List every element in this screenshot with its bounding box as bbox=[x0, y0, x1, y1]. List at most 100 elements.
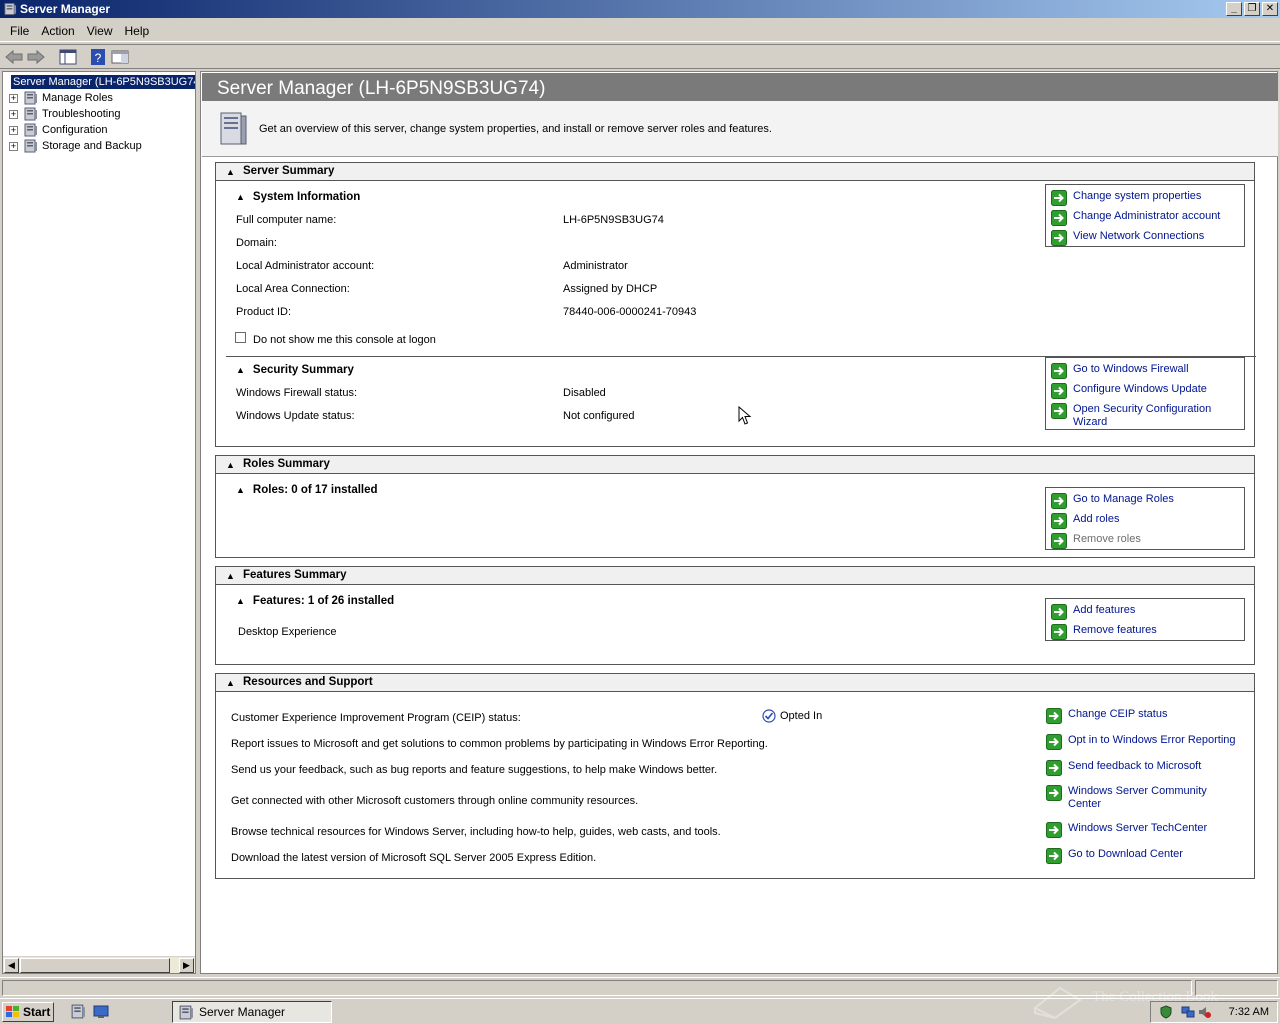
collapse-icon[interactable]: ▲ bbox=[226, 678, 235, 688]
start-label: Start bbox=[23, 1005, 51, 1019]
minimize-button[interactable]: _ bbox=[1226, 2, 1242, 16]
menu-action[interactable]: Action bbox=[35, 20, 80, 41]
action-pane-icon[interactable] bbox=[110, 48, 130, 66]
menu-file[interactable]: File bbox=[4, 20, 35, 41]
task-opt-in-error-reporting[interactable]: Opt in to Windows Error Reporting bbox=[1046, 734, 1248, 750]
menu-help[interactable]: Help bbox=[119, 20, 156, 41]
collapse-icon[interactable]: ▲ bbox=[226, 571, 235, 581]
header-band: Server Manager (LH-6P5N9SB3UG74) bbox=[202, 73, 1278, 101]
task-community-center[interactable]: Windows Server Community Center bbox=[1046, 785, 1208, 811]
task-link[interactable]: Add roles bbox=[1073, 513, 1238, 526]
tree-item-manage-roles[interactable]: + Manage Roles bbox=[9, 90, 113, 106]
ceip-status: Opted In bbox=[762, 709, 822, 723]
dont-show-console-checkbox[interactable] bbox=[235, 332, 246, 343]
error-reporting-text: Report issues to Microsoft and get solut… bbox=[231, 738, 768, 750]
dont-show-console-label[interactable]: Do not show me this console at logon bbox=[253, 334, 436, 346]
task-link[interactable]: Go to Download Center bbox=[1068, 848, 1248, 861]
taskbar-server-manager-button[interactable]: Server Manager bbox=[172, 1001, 332, 1023]
task-link[interactable]: Send feedback to Microsoft bbox=[1068, 760, 1248, 773]
page-title: Server Manager (LH-6P5N9SB3UG74) bbox=[217, 78, 546, 99]
tree-root-label: Server Manager (LH-6P5N9SB3UG74) bbox=[11, 74, 195, 89]
section-title: Roles Summary bbox=[243, 458, 330, 470]
forward-arrow-icon[interactable] bbox=[26, 48, 46, 66]
scroll-left-arrow-icon[interactable]: ◀ bbox=[4, 958, 19, 973]
update-status-value: Not configured bbox=[563, 410, 635, 422]
features-summary-header[interactable]: ▲ Features Summary bbox=[216, 567, 1254, 585]
section-title: Features Summary bbox=[243, 569, 347, 581]
task-link[interactable]: Windows Server Community Center bbox=[1068, 785, 1208, 811]
tree-root-server-manager[interactable]: Server Manager (LH-6P5N9SB3UG74) bbox=[5, 74, 195, 89]
back-arrow-icon[interactable] bbox=[4, 48, 24, 66]
task-download-center[interactable]: Go to Download Center bbox=[1046, 848, 1248, 864]
task-add-features[interactable]: Add features bbox=[1051, 604, 1238, 620]
watermark-text: The Collection Book bbox=[1092, 989, 1218, 1005]
task-link[interactable]: Change CEIP status bbox=[1068, 708, 1248, 721]
horizontal-scrollbar[interactable]: ◀ ▶ bbox=[3, 956, 195, 973]
lan-connection-value: Assigned by DHCP bbox=[563, 283, 658, 295]
task-link[interactable]: Go to Manage Roles bbox=[1073, 493, 1238, 506]
show-hide-tree-icon[interactable] bbox=[58, 48, 78, 66]
expand-icon[interactable]: + bbox=[9, 109, 18, 119]
features-installed-header[interactable]: ▲ Features: 1 of 26 installed bbox=[236, 595, 394, 607]
task-link[interactable]: Windows Server TechCenter bbox=[1068, 822, 1248, 835]
roles-installed-header[interactable]: ▲ Roles: 0 of 17 installed bbox=[236, 484, 378, 496]
expand-icon[interactable]: + bbox=[9, 125, 18, 135]
task-link[interactable]: Remove features bbox=[1073, 624, 1238, 637]
task-link[interactable]: Configure Windows Update bbox=[1073, 383, 1238, 396]
task-security-config-wizard[interactable]: Open Security Configuration Wizard bbox=[1051, 403, 1238, 429]
task-remove-features[interactable]: Remove features bbox=[1051, 624, 1238, 640]
roles-icon bbox=[23, 91, 38, 105]
task-link[interactable]: Add features bbox=[1073, 604, 1238, 617]
start-button[interactable]: Start bbox=[2, 1002, 54, 1022]
server-summary-header[interactable]: ▲ Server Summary bbox=[216, 163, 1254, 181]
tree-item-storage-and-backup[interactable]: + Storage and Backup bbox=[9, 138, 142, 154]
roles-summary-header[interactable]: ▲ Roles Summary bbox=[216, 456, 1254, 474]
server-manager-icon bbox=[3, 2, 17, 16]
scroll-right-arrow-icon[interactable]: ▶ bbox=[179, 958, 194, 973]
task-go-to-firewall[interactable]: Go to Windows Firewall bbox=[1051, 363, 1238, 379]
tree-item-troubleshooting[interactable]: + Troubleshooting bbox=[9, 106, 120, 122]
collapse-icon[interactable]: ▲ bbox=[226, 167, 235, 177]
go-arrow-icon bbox=[1051, 383, 1067, 399]
task-add-roles[interactable]: Add roles bbox=[1051, 513, 1238, 529]
security-summary-header[interactable]: ▲ Security Summary bbox=[236, 364, 354, 376]
task-link[interactable]: View Network Connections bbox=[1073, 230, 1238, 243]
task-link[interactable]: Open Security Configuration Wizard bbox=[1073, 403, 1238, 429]
help-icon[interactable]: ? bbox=[88, 48, 108, 66]
lan-connection-label: Local Area Connection: bbox=[236, 283, 350, 295]
collapse-icon[interactable]: ▲ bbox=[236, 192, 245, 202]
tree-item-configuration[interactable]: + Configuration bbox=[9, 122, 107, 138]
expand-icon[interactable]: + bbox=[9, 93, 18, 103]
scroll-thumb[interactable] bbox=[20, 958, 170, 973]
restore-button[interactable]: ❐ bbox=[1244, 2, 1260, 16]
task-link[interactable]: Go to Windows Firewall bbox=[1073, 363, 1238, 376]
server-manager-quicklaunch-icon[interactable] bbox=[70, 1004, 86, 1019]
task-go-to-manage-roles[interactable]: Go to Manage Roles bbox=[1051, 493, 1238, 509]
task-change-ceip-status[interactable]: Change CEIP status bbox=[1046, 708, 1248, 724]
resources-support-header[interactable]: ▲ Resources and Support bbox=[216, 674, 1254, 692]
roles-tasks-box: Go to Manage Roles Add roles Remove role… bbox=[1045, 487, 1245, 550]
expand-icon[interactable]: + bbox=[9, 141, 18, 151]
menu-view[interactable]: View bbox=[81, 20, 119, 41]
task-send-feedback[interactable]: Send feedback to Microsoft bbox=[1046, 760, 1248, 776]
task-link[interactable]: Opt in to Windows Error Reporting bbox=[1068, 734, 1248, 747]
collapse-icon[interactable]: ▲ bbox=[236, 365, 245, 375]
collapse-icon[interactable]: ▲ bbox=[236, 485, 245, 495]
task-techcenter[interactable]: Windows Server TechCenter bbox=[1046, 822, 1248, 838]
task-link[interactable]: Change system properties bbox=[1073, 190, 1238, 203]
task-configure-windows-update[interactable]: Configure Windows Update bbox=[1051, 383, 1238, 399]
go-arrow-icon bbox=[1046, 785, 1062, 801]
close-button[interactable]: ✕ bbox=[1262, 2, 1278, 16]
collapse-icon[interactable]: ▲ bbox=[226, 460, 235, 470]
go-arrow-icon bbox=[1046, 822, 1062, 838]
collapse-icon[interactable]: ▲ bbox=[236, 596, 245, 606]
task-view-network-connections[interactable]: View Network Connections bbox=[1051, 230, 1238, 246]
tree-item-label: Manage Roles bbox=[42, 92, 113, 104]
show-desktop-icon[interactable] bbox=[93, 1004, 109, 1019]
system-information-header[interactable]: ▲ System Information bbox=[236, 191, 360, 203]
update-status-label: Windows Update status: bbox=[236, 410, 355, 422]
task-change-admin-account[interactable]: Change Administrator account bbox=[1051, 210, 1238, 226]
task-change-system-properties[interactable]: Change system properties bbox=[1051, 190, 1238, 206]
window-title: Server Manager bbox=[20, 2, 111, 16]
task-link[interactable]: Change Administrator account bbox=[1073, 210, 1238, 223]
